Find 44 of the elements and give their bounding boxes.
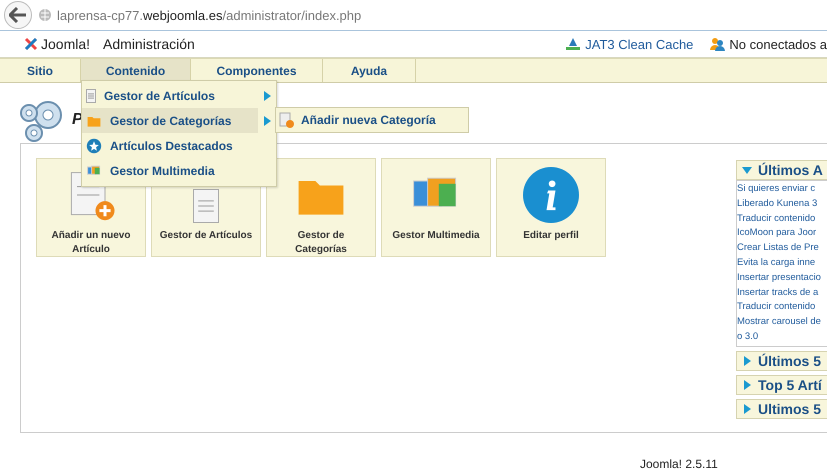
- dropdown-item[interactable]: Artículos Destacados: [82, 133, 258, 158]
- article-link[interactable]: Traducir contenido: [737, 212, 827, 226]
- article-link[interactable]: IcoMoon para Joor: [737, 226, 827, 242]
- panel-header[interactable]: Últimos A: [736, 160, 827, 180]
- back-arrow-icon: [9, 7, 27, 23]
- header-title: Administración: [103, 36, 195, 52]
- article-link[interactable]: Evita la carga inne: [737, 256, 827, 271]
- caret-right-icon: [742, 404, 752, 414]
- document-icon: [86, 88, 96, 102]
- joomla-logo-icon: [24, 37, 38, 51]
- menu-item[interactable]: Contenido: [81, 59, 191, 82]
- document-icon: [193, 189, 219, 223]
- article-link[interactable]: Si quieres enviar c: [737, 182, 827, 197]
- header-link[interactable]: JAT3 Clean Cache: [585, 36, 694, 52]
- article-link[interactable]: o 3.0: [737, 330, 827, 345]
- version-text: Joomla! 2.5.11: [640, 457, 719, 470]
- caret-down-icon: [742, 165, 752, 175]
- panel-header[interactable]: Ultimos 5: [736, 398, 827, 419]
- submenu-item[interactable]: Añadir nueva Categoría: [276, 108, 436, 132]
- address-bar[interactable]: laprensa-cp77.webjoomla.es/administrator/index.php: [38, 3, 362, 27]
- article-link[interactable]: Crear Listas de Pre: [737, 241, 827, 256]
- globe-icon: [38, 8, 52, 22]
- caret-right-icon: [742, 356, 752, 366]
- article-link[interactable]: Liberado Kunena 3: [737, 196, 827, 212]
- menu-item[interactable]: Ayuda: [323, 59, 416, 82]
- caret-right-icon: [742, 380, 752, 390]
- url-text: laprensa-cp77.webjoomla.es/administrator/index.php: [57, 8, 362, 22]
- shortcut-tile[interactable]: Gestor Multimedia: [381, 158, 491, 257]
- shortcut-tile[interactable]: Editar perfil: [496, 158, 606, 257]
- article-link[interactable]: Insertar tracks de a: [737, 286, 827, 300]
- add-document-icon: [278, 112, 294, 128]
- info-icon: [523, 167, 579, 223]
- logo-text: Joomla!: [41, 36, 90, 52]
- panel-header[interactable]: Últimos 5: [736, 350, 827, 371]
- article-link[interactable]: Mostrar carousel de: [737, 315, 827, 330]
- shortcut-tile[interactable]: Gestor de Categorías: [266, 158, 376, 257]
- star-icon: [86, 138, 102, 154]
- back-button[interactable]: [4, 1, 32, 29]
- article-link[interactable]: Insertar presentacio: [737, 270, 827, 286]
- panel-header[interactable]: Top 5 Artí: [736, 374, 827, 395]
- dropdown-item[interactable]: Gestor de Artículos: [82, 83, 258, 108]
- article-link[interactable]: Traducir contenido: [737, 300, 827, 316]
- header-link[interactable]: No conectados a: [729, 36, 827, 52]
- users-icon: [709, 37, 726, 51]
